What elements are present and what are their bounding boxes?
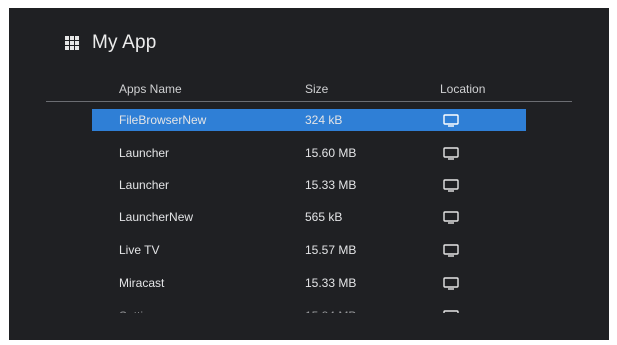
tv-screen: My App Apps Name Size Location FileBrows… — [9, 8, 609, 340]
tv-icon — [443, 179, 459, 192]
app-row[interactable]: FileBrowserNew 324 kB — [92, 109, 526, 131]
app-size: 15.33 MB — [305, 276, 357, 290]
app-size-clipped: 15.84 MB — [305, 305, 356, 313]
app-size: 15.33 MB — [305, 178, 357, 192]
tv-icon — [443, 147, 459, 160]
app-row[interactable]: Live TV 15.57 MB — [92, 239, 526, 261]
app-name: Live TV — [119, 243, 160, 257]
app-row[interactable]: Launcher 15.33 MB — [92, 174, 526, 196]
app-row-partial: Setti 15.84 MB — [92, 305, 526, 313]
app-row[interactable]: Launcher 15.60 MB — [92, 142, 526, 164]
tv-icon — [443, 211, 459, 224]
app-row[interactable]: Miracast 15.33 MB — [92, 272, 526, 294]
tv-icon — [443, 277, 459, 290]
app-size: 324 kB — [305, 113, 343, 127]
app-name: Miracast — [119, 276, 165, 290]
app-list: FileBrowserNew 324 kB Launcher 15.60 MB … — [9, 8, 609, 313]
app-size: 15.60 MB — [305, 146, 357, 160]
app-size: 565 kB — [305, 210, 343, 224]
app-size: 15.57 MB — [305, 243, 357, 257]
app-name: Launcher — [119, 178, 170, 192]
tv-icon — [443, 114, 459, 127]
app-name: FileBrowserNew — [119, 113, 207, 127]
app-name-clipped: Setti — [119, 305, 143, 313]
app-name: LauncherNew — [119, 210, 194, 224]
tv-icon — [443, 310, 459, 313]
tv-icon — [443, 244, 459, 257]
app-row[interactable]: LauncherNew 565 kB — [92, 206, 526, 228]
app-name: Launcher — [119, 146, 170, 160]
